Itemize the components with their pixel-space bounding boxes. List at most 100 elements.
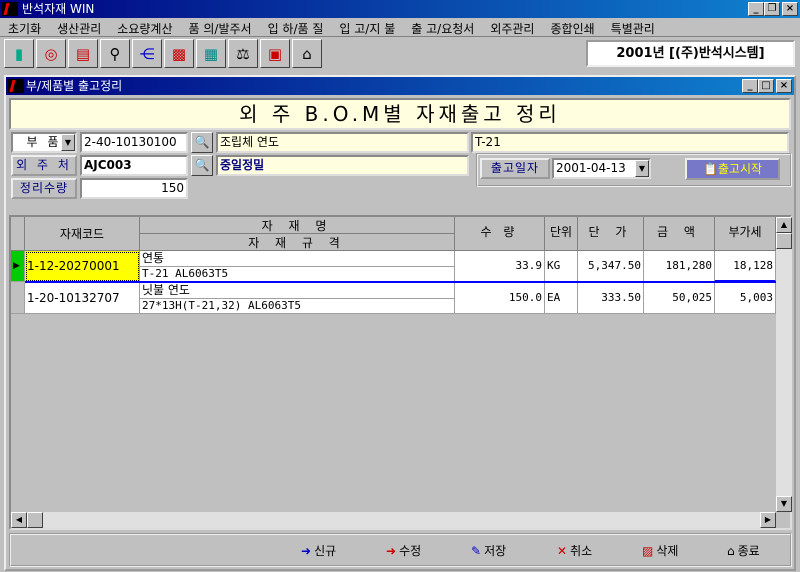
scroll-right-icon[interactable]: ▶ [760,512,776,528]
child-title-bar: 부/제품별 출고정리 [6,77,794,95]
horizontal-scroll-thumb[interactable] [27,512,43,528]
part-spec-field: T-21 [471,132,789,153]
cell-spec[interactable]: 27*13H(T-21,32) AL6063T5 [140,299,455,314]
exit-icon[interactable]: ▮ [4,39,34,68]
date-label: 출고일자 [480,158,550,179]
qty-input[interactable]: 150 [80,178,188,199]
date-select[interactable]: 2001-04-13 ▼ [552,158,651,179]
home-icon[interactable]: ⌂ [292,39,322,68]
col-spec[interactable]: 자 재 규 격 [140,234,455,251]
cell-name[interactable]: 연통 [140,251,455,267]
col-name[interactable]: 자 재 명 [140,217,455,234]
app-logo-icon [2,2,18,16]
menu-outsourcing[interactable]: 외주관리 [482,18,542,36]
minimize-button[interactable]: _ [748,2,764,16]
menu-special[interactable]: 특별관리 [603,18,663,36]
refresh-icon[interactable]: ◎ [36,39,66,68]
vertical-scrollbar[interactable]: ▲ ▼ [776,217,792,512]
menu-requirement[interactable]: 소요량계산 [109,18,180,36]
chevron-down-icon[interactable]: ▼ [635,160,649,177]
book-icon[interactable]: ▩ [164,39,194,68]
vendor-label: 외 주 처 [11,155,77,176]
col-unit[interactable]: 단위 [545,217,578,251]
vendor-code-input[interactable]: AJC003 [80,155,188,176]
cell-code[interactable]: 1-12-20270001 [25,251,140,282]
cell-unit[interactable]: KG [545,251,578,282]
vendor-name-field: 중일정밀 [216,155,469,176]
new-button[interactable]: ➜ 신규 [301,540,336,562]
type-select[interactable]: 부 품 ▼ [11,132,77,153]
new-icon: ➜ [301,544,312,558]
cell-name[interactable]: 닛불 연도 [140,283,455,299]
col-qty[interactable]: 수 량 [455,217,545,251]
vertical-scroll-thumb[interactable] [776,233,792,249]
cell-unit[interactable]: EA [545,283,578,314]
type-select-value: 부 품 [26,135,62,149]
save-button[interactable]: ✎ 저장 [471,540,506,562]
menu-order[interactable]: 품 의/발주서 [181,18,260,36]
row-indicator [11,283,25,314]
new-label: 신규 [314,544,337,558]
cell-qty[interactable]: 150.0 [455,283,545,314]
menu-receiving[interactable]: 입 하/품 질 [260,18,332,36]
print-icon[interactable]: ▤ [68,39,98,68]
button-bar: ➜ 신규 ➜ 수정 ✎ 저장 ✕ 취소 ▨ 삭제 ⌂ 종료 [9,533,792,567]
delete-label: 삭제 [656,544,679,558]
cancel-icon: ✕ [557,544,568,558]
calculator-icon[interactable]: ▦ [196,39,226,68]
col-price[interactable]: 단 가 [578,217,644,251]
menu-print[interactable]: 종합인쇄 [542,18,602,36]
child-maximize-button[interactable]: □ [758,79,774,93]
scroll-left-icon[interactable]: ◀ [11,512,27,528]
search-icon: 🔍 [194,158,210,172]
vendor-search-button[interactable]: 🔍 [191,155,213,176]
child-close-button[interactable]: × [776,79,792,93]
qty-label: 정리수량 [11,178,77,199]
scale-icon[interactable]: ⚖ [228,39,258,68]
chevron-down-icon[interactable]: ▼ [61,134,75,151]
cell-code[interactable]: 1-20-10132707 [25,283,140,314]
delete-button[interactable]: ▨ 삭제 [642,540,678,562]
row-header-corner [11,217,25,251]
save-icon: ✎ [471,544,482,558]
horizontal-scrollbar[interactable]: ◀ ▶ [11,512,776,528]
col-amount[interactable]: 금 액 [644,217,715,251]
date-value: 2001-04-13 [556,161,626,175]
edit-button[interactable]: ➜ 수정 [386,540,421,562]
cell-spec[interactable]: T-21 AL6063T5 [140,267,455,282]
edit-label: 수정 [399,544,422,558]
cell-amount[interactable]: 50,025 [644,283,715,314]
close-button[interactable]: × [782,2,798,16]
cell-price[interactable]: 333.50 [578,283,644,314]
document-icon: 📋 [702,162,718,176]
edit-icon: ➜ [386,544,397,558]
search-doc-icon[interactable]: ⚲ [100,39,130,68]
col-vat[interactable]: 부가세 [715,217,776,251]
cell-vat[interactable]: 5,003 [715,283,776,314]
child-logo-icon [8,79,24,93]
page-banner: 외 주 B.O.M별 자재출고 정리 [9,98,791,130]
cell-price[interactable]: 5,347.50 [578,251,644,282]
menu-stock-out[interactable]: 출 고/요청서 [403,18,482,36]
menu-bar: 초기화 생산관리 소요량계산 품 의/발주서 입 하/품 질 입 고/지 불 출… [0,18,800,37]
child-minimize-button[interactable]: _ [742,79,758,93]
close-form-button[interactable]: ⌂ 종료 [727,540,760,562]
col-code[interactable]: 자재코드 [25,217,140,251]
menu-production[interactable]: 생산관리 [49,18,109,36]
tree-icon[interactable]: ⋲ [132,39,162,68]
menu-init[interactable]: 초기화 [0,18,49,36]
cancel-button[interactable]: ✕ 취소 [557,540,592,562]
restore-button[interactable]: ❐ [764,2,780,16]
part-search-button[interactable]: 🔍 [191,132,213,153]
cell-amount[interactable]: 181,280 [644,251,715,282]
material-grid: 자재코드 자 재 명 자 재 규 격 수 량 단위 단 가 금 액 부가세 ▶ … [9,215,792,530]
cell-vat[interactable]: 18,128 [715,251,776,282]
scroll-down-icon[interactable]: ▼ [776,496,792,512]
child-window: 부/제품별 출고정리 _ □ × 외 주 B.O.M별 자재출고 정리 부 품 ▼… [4,75,796,571]
scroll-up-icon[interactable]: ▲ [776,217,792,233]
calendar-icon[interactable]: ▣ [260,39,290,68]
cell-qty[interactable]: 33.9 [455,251,545,282]
part-code-input[interactable]: 2-40-10130100 [80,132,188,153]
start-out-button[interactable]: 📋출고시작 [685,158,780,180]
menu-stock-in[interactable]: 입 고/지 불 [331,18,403,36]
